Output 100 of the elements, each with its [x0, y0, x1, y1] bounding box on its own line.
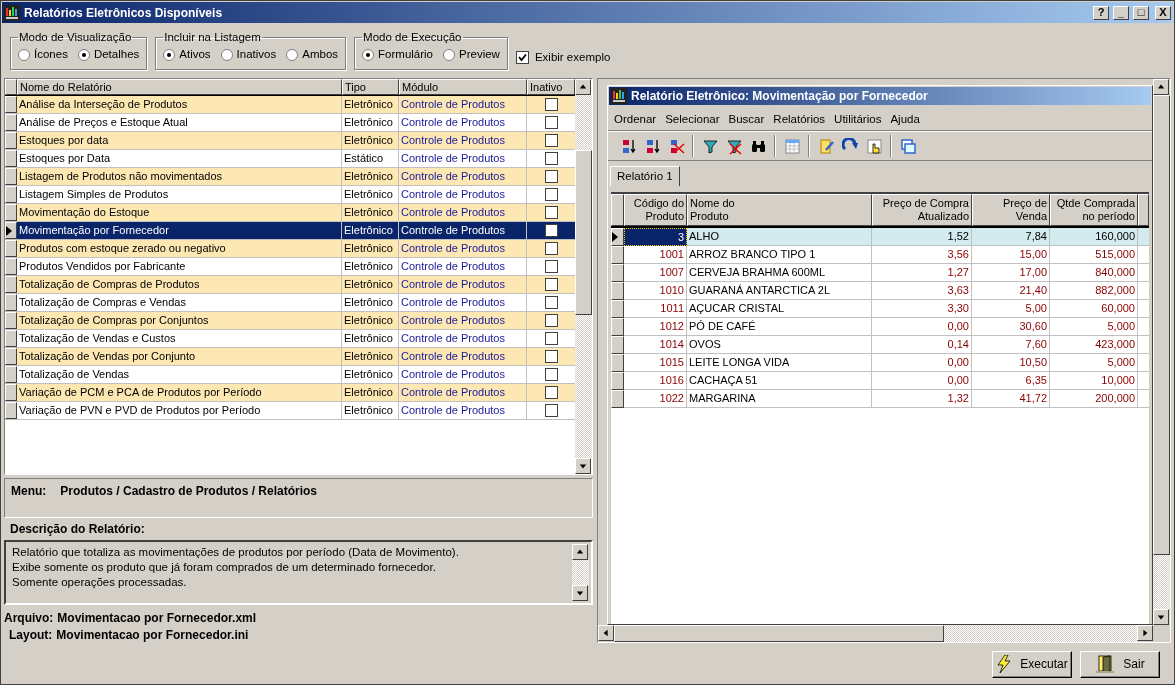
data-row[interactable]: 1001 ARROZ BRANCO TIPO 1 3,56 15,00 515,000	[611, 246, 1149, 264]
data-row[interactable]: 1011 AÇUCAR CRISTAL 3,30 5,00 60,000	[611, 300, 1149, 318]
row-header[interactable]	[611, 264, 624, 282]
checkbox[interactable]	[544, 134, 558, 147]
row-header[interactable]	[5, 204, 17, 221]
row-header[interactable]	[611, 228, 624, 246]
column-header[interactable]: Preço de Venda	[972, 194, 1050, 226]
checkbox[interactable]	[544, 296, 558, 309]
menu-item[interactable]: Selecionar	[665, 110, 720, 129]
report-row[interactable]: Totalização de Vendas e Custos Eletrônico Controle de Produtos	[5, 330, 575, 348]
report-row[interactable]: Listagem de Produtos não movimentados Eletrônico Controle de Produtos	[5, 168, 575, 186]
menu-item[interactable]: Utilitários	[834, 110, 882, 129]
title-bar-button[interactable]: X	[1155, 5, 1171, 20]
report-row[interactable]: Análise de Preços e Estoque Atual Eletrônico Controle de Produtos	[5, 114, 575, 132]
data-row[interactable]: 3 ALHO 1,52 7,84 160,000	[611, 228, 1149, 246]
title-bar-button[interactable]: ?	[1093, 5, 1109, 20]
checkbox[interactable]	[544, 278, 558, 291]
row-header[interactable]	[5, 96, 17, 113]
row-header[interactable]	[5, 168, 17, 185]
column-header[interactable]: Código do Produto	[624, 194, 687, 226]
report-row[interactable]: Estoques por Data Estático Controle de Produtos	[5, 150, 575, 168]
column-header[interactable]: Preço de Compra Atualizado	[872, 194, 972, 226]
report-row[interactable]: Totalização de Vendas por Conjunto Eletrônico Controle de Produtos	[5, 348, 575, 366]
row-header[interactable]	[5, 186, 17, 203]
checkbox[interactable]	[544, 152, 558, 165]
report-row[interactable]: Variação de PVN e PVD de Produtos por Período Eletrônico Controle de Produtos	[5, 402, 575, 420]
row-header[interactable]	[5, 384, 17, 401]
column-header[interactable]: Módulo	[399, 79, 527, 95]
action-button[interactable]: Executar	[992, 650, 1072, 678]
checkbox[interactable]	[544, 116, 558, 129]
radio-button[interactable]	[443, 48, 455, 61]
checkbox[interactable]	[544, 188, 558, 201]
checkbox[interactable]	[544, 314, 558, 327]
row-header[interactable]	[611, 390, 624, 408]
report-row[interactable]: Movimentação do Estoque Eletrônico Controle de Produtos	[5, 204, 575, 222]
report-row[interactable]: Listagem Simples de Produtos Eletrônico Controle de Produtos	[5, 186, 575, 204]
title-bar-button[interactable]: □	[1133, 5, 1149, 20]
radio-button[interactable]	[77, 48, 90, 61]
row-header[interactable]	[611, 246, 624, 264]
data-row[interactable]: 1012 PÓ DE CAFÉ 0,00 30,60 5,000	[611, 318, 1149, 336]
scrollbar-thumb[interactable]	[575, 150, 592, 315]
row-header[interactable]	[611, 372, 624, 390]
report-row[interactable]: Totalização de Compras e Vendas Eletrônico Controle de Produtos	[5, 294, 575, 312]
scroll-right-button[interactable]	[1137, 625, 1153, 641]
radio-option[interactable]: Inativos	[220, 46, 277, 64]
report-row[interactable]: Totalização de Compras por Conjuntos Eletrônico Controle de Produtos	[5, 312, 575, 330]
report-row[interactable]: Variação de PCM e PCA de Produtos por Período Eletrônico Controle de Produtos	[5, 384, 575, 402]
radio-option[interactable]: Preview	[443, 46, 500, 64]
checkbox[interactable]	[544, 404, 558, 417]
radio-option[interactable]: Detalhes	[77, 46, 140, 64]
data-row[interactable]: 1010 GUARANÁ ANTARCTICA 2L 3,63 21,40 882,000	[611, 282, 1149, 300]
radio-button[interactable]	[163, 48, 176, 61]
report-row[interactable]: Totalização de Compras de Produtos Eletrônico Controle de Produtos	[5, 276, 575, 294]
menu-item[interactable]: Relatórios	[773, 110, 826, 129]
show-example-option[interactable]: Exibir exemplo	[515, 49, 611, 67]
scroll-up-button[interactable]	[1153, 79, 1169, 95]
row-header[interactable]	[611, 282, 624, 300]
row-header[interactable]	[611, 300, 624, 318]
column-header[interactable]: Inativo	[527, 79, 575, 95]
checkbox[interactable]	[544, 368, 558, 381]
data-row[interactable]: 1022 MARGARINA 1,32 41,72 200,000	[611, 390, 1149, 408]
radio-option[interactable]: Ativos	[163, 46, 211, 64]
row-header[interactable]	[5, 402, 17, 419]
report-row[interactable]: Produtos Vendidos por Fabricante Eletrônico Controle de Produtos	[5, 258, 575, 276]
report-row[interactable]: Movimentação por Fornecedor Eletrônico Controle de Produtos	[5, 222, 575, 240]
column-header[interactable]: Nome do Relatório	[17, 79, 342, 95]
row-header[interactable]	[5, 240, 17, 257]
row-header[interactable]	[611, 354, 624, 372]
data-row[interactable]: 1007 CERVEJA BRAHMA 600ML 1,27 17,00 840,000	[611, 264, 1149, 282]
column-header[interactable]: Qtde Comprada no período	[1050, 194, 1138, 226]
row-header[interactable]	[5, 366, 17, 383]
checkbox[interactable]	[544, 260, 558, 273]
checkbox[interactable]	[544, 170, 558, 183]
row-header[interactable]	[5, 150, 17, 167]
checkbox[interactable]	[544, 98, 558, 111]
column-header[interactable]: Tipo	[342, 79, 399, 95]
menu-item[interactable]: Ordenar	[614, 110, 657, 129]
row-header[interactable]	[611, 318, 624, 336]
row-header[interactable]	[5, 348, 17, 365]
data-row[interactable]: 1014 OVOS 0,14 7,60 423,000	[611, 336, 1149, 354]
row-header[interactable]	[5, 222, 17, 239]
row-header[interactable]	[5, 330, 17, 347]
title-bar-button[interactable]: _	[1113, 5, 1129, 20]
row-header[interactable]	[5, 114, 17, 131]
row-header[interactable]	[5, 132, 17, 149]
checkbox[interactable]	[544, 242, 558, 255]
row-header[interactable]	[5, 258, 17, 275]
radio-button[interactable]	[362, 48, 375, 61]
checkbox[interactable]	[544, 386, 558, 399]
radio-button[interactable]	[286, 48, 299, 61]
checkbox[interactable]	[544, 350, 558, 363]
checkbox[interactable]	[544, 332, 558, 345]
menu-item[interactable]: Ajuda	[890, 110, 920, 129]
checkbox[interactable]	[544, 206, 558, 219]
scrollbar-thumb[interactable]	[614, 625, 944, 642]
radio-option[interactable]: Ambos	[286, 46, 339, 64]
scroll-up-button[interactable]	[575, 79, 591, 95]
row-header[interactable]	[5, 276, 17, 293]
scroll-left-button[interactable]	[598, 625, 614, 641]
radio-button[interactable]	[220, 48, 233, 61]
